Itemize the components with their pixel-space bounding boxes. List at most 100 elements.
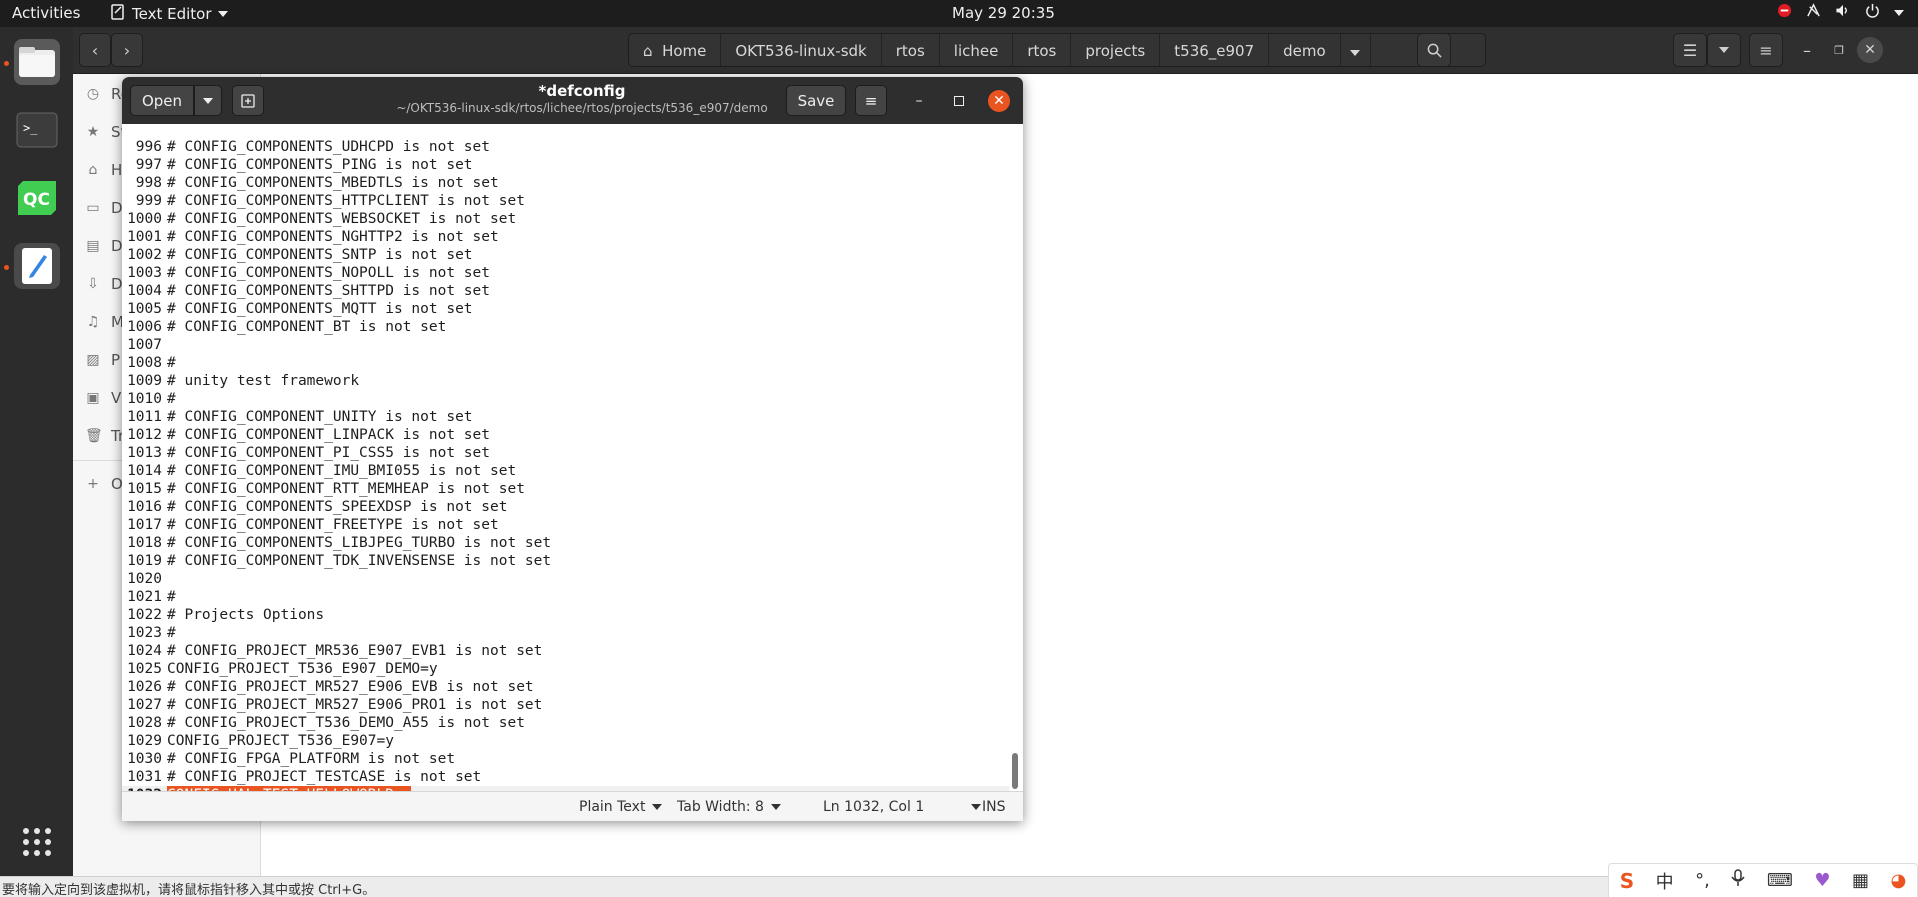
language-selector[interactable]: Plain Text [579, 799, 663, 815]
breadcrumb-item[interactable]: rtos [882, 34, 940, 66]
breadcrumb-item[interactable]: lichee [940, 34, 1014, 66]
sidebar-item-other-locations[interactable]: + O [85, 466, 123, 502]
skin-icon[interactable]: ♥ [1814, 870, 1830, 891]
terminal-icon[interactable]: >_ [14, 107, 60, 153]
sidebar-item-trash[interactable]: 🗑 Tr [85, 418, 124, 454]
new-tab-button[interactable] [232, 85, 264, 116]
editor-line[interactable]: 1021 # [122, 588, 176, 606]
editor-line[interactable]: 1025 CONFIG_PROJECT_T536_E907_DEMO=y [122, 660, 438, 678]
editor-line[interactable]: 1016 # CONFIG_COMPONENTS_SPEEXDSP is not … [122, 498, 507, 516]
editor-line[interactable]: 1014 # CONFIG_COMPONENT_IMU_BMI055 is not… [122, 462, 516, 480]
editor-menu-button[interactable]: ≡ [855, 85, 887, 116]
sidebar-item-music[interactable]: ♫ M [85, 304, 124, 340]
network-icon[interactable] [1806, 3, 1821, 22]
editor-line[interactable]: 1018 # CONFIG_COMPONENTS_LIBJPEG_TURBO is… [122, 534, 551, 552]
insert-mode-indicator[interactable]: INS [982, 799, 1006, 815]
editor-line[interactable]: 1009 # unity test framework [122, 372, 359, 390]
sidebar-item-pictures[interactable]: ▨ P [85, 342, 120, 378]
editor-line[interactable]: 1005 # CONFIG_COMPONENTS_MQTT is not set [122, 300, 472, 318]
power-icon[interactable] [1865, 3, 1880, 22]
sidebar-item-videos[interactable]: ▣ V [85, 380, 121, 416]
sidebar-item-desktop[interactable]: ▭ D [85, 190, 122, 226]
editor-line[interactable]: 1011 # CONFIG_COMPONENT_UNITY is not set [122, 408, 472, 426]
keyboard-icon[interactable]: ⌨ [1767, 870, 1793, 891]
breadcrumb-item[interactable]: t536_e907 [1160, 34, 1270, 66]
minimize-button[interactable]: – [908, 90, 930, 112]
editor-line[interactable]: 1007 [122, 336, 162, 354]
editor-line[interactable]: 1024 # CONFIG_PROJECT_MR536_E907_EVB1 is … [122, 642, 542, 660]
sidebar-item-downloads[interactable]: ⇩ D [85, 266, 122, 302]
editor-line[interactable]: 1003 # CONFIG_COMPONENTS_NOPOLL is not se… [122, 264, 490, 282]
clock[interactable]: May 29 20:35 [952, 4, 1055, 22]
breadcrumb-item[interactable]: rtos [1013, 34, 1072, 66]
open-recent-button[interactable] [194, 85, 222, 116]
volume-icon[interactable] [1835, 3, 1851, 22]
search-button[interactable] [1417, 33, 1451, 67]
editor-line[interactable]: 1026 # CONFIG_PROJECT_MR527_E906_EVB is n… [122, 678, 534, 696]
editor-line[interactable]: 1004 # CONFIG_COMPONENTS_SHTTPD is not se… [122, 282, 490, 300]
view-options-button[interactable] [1707, 33, 1741, 67]
breadcrumb-item[interactable]: projects [1071, 34, 1161, 66]
editor-line[interactable]: 999 # CONFIG_COMPONENTS_HTTPCLIENT is not… [122, 192, 525, 210]
do-not-disturb-icon[interactable] [1777, 3, 1792, 22]
editor-line[interactable]: 1022 # Projects Options [122, 606, 324, 624]
tab-width-selector[interactable]: Tab Width: 8 [677, 799, 781, 815]
punctuation-icon[interactable]: °, [1695, 870, 1710, 891]
activities-button[interactable]: Activities [12, 4, 80, 22]
text-editor-icon[interactable] [14, 243, 60, 289]
close-button[interactable]: ✕ [988, 90, 1010, 112]
editor-line[interactable]: 1028 # CONFIG_PROJECT_T536_DEMO_A55 is no… [122, 714, 525, 732]
files-icon[interactable] [14, 39, 60, 85]
editor-line[interactable]: 1030 # CONFIG_FPGA_PLATFORM is not set [122, 750, 455, 768]
editor-line[interactable]: 1002 # CONFIG_COMPONENTS_SNTP is not set [122, 246, 472, 264]
qt-creator-icon[interactable]: QC [14, 175, 60, 221]
sogou-mascot-icon[interactable]: ◕ [1891, 870, 1907, 891]
editor-line[interactable]: 1027 # CONFIG_PROJECT_MR527_E906_PRO1 is … [122, 696, 542, 714]
sidebar-item-documents[interactable]: ▤ D [85, 228, 122, 264]
editor-line[interactable]: 1031 # CONFIG_PROJECT_TESTCASE is not set [122, 768, 481, 786]
sogou-logo-icon[interactable]: S [1620, 869, 1634, 893]
open-button[interactable]: Open [130, 85, 194, 116]
toolbox-grid-icon[interactable]: ▦ [1852, 870, 1869, 891]
editor-line[interactable]: 997 # CONFIG_COMPONENTS_PING is not set [122, 156, 473, 174]
back-button[interactable]: ‹ [79, 33, 111, 67]
scrollbar-thumb[interactable] [1012, 753, 1018, 789]
editor-line[interactable]: 1010 # [122, 390, 176, 408]
editor-line[interactable]: 1020 [122, 570, 162, 588]
editor-line[interactable]: 1008 # [122, 354, 176, 372]
maximize-button[interactable] [948, 90, 970, 112]
editor-line[interactable]: 1012 # CONFIG_COMPONENT_LINPACK is not se… [122, 426, 490, 444]
editor-line[interactable]: 1001 # CONFIG_COMPONENTS_NGHTTP2 is not s… [122, 228, 499, 246]
restore-button[interactable]: ❐ [1825, 33, 1853, 67]
editor-line[interactable]: 1013 # CONFIG_COMPONENT_PI_CSS5 is not se… [122, 444, 490, 462]
show-apps-icon[interactable] [22, 827, 52, 857]
editor-line[interactable]: 996 # CONFIG_COMPONENTS_UDHCPD is not set [122, 138, 490, 156]
forward-button[interactable]: › [111, 33, 143, 67]
ime-language-toggle[interactable]: 中 [1656, 868, 1674, 894]
editor-line[interactable]: 1015 # CONFIG_COMPONENT_RTT_MEMHEAP is no… [122, 480, 525, 498]
system-tray[interactable] [1777, 3, 1904, 22]
close-button[interactable]: ✕ [1857, 37, 1883, 63]
editor-line[interactable]: 1019 # CONFIG_COMPONENT_TDK_INVENSENSE is… [122, 552, 551, 570]
breadcrumb-item[interactable]: OKT536-linux-sdk [721, 34, 882, 66]
editor-line[interactable]: 998 # CONFIG_COMPONENTS_MBEDTLS is not se… [122, 174, 499, 192]
breadcrumb-home[interactable]: ⌂ Home [629, 34, 722, 66]
breadcrumb-item[interactable]: demo [1269, 34, 1341, 66]
minimize-button[interactable]: – [1793, 33, 1821, 67]
save-button[interactable]: Save [786, 85, 846, 116]
view-list-button[interactable]: ☰ [1673, 33, 1707, 67]
files-menu-button[interactable]: ≡ [1749, 33, 1783, 67]
cursor-position-selector[interactable]: Ln 1032, Col 1 [823, 799, 982, 815]
breadcrumb-menu-button[interactable] [1341, 34, 1371, 66]
ime-toolbar[interactable]: S 中 °, ⌨ ♥ ▦ ◕ [1608, 863, 1918, 897]
microphone-icon[interactable] [1731, 869, 1745, 892]
editor-line[interactable]: 1006 # CONFIG_COMPONENT_BT is not set [122, 318, 446, 336]
sidebar-item-home[interactable]: ⌂ H [85, 152, 123, 188]
app-menu[interactable]: Text Editor [110, 4, 228, 24]
sidebar-item-starred[interactable]: ★ St [85, 114, 127, 150]
editor-line[interactable]: 1023 # [122, 624, 176, 642]
text-editor-content[interactable]: 996 # CONFIG_COMPONENTS_UDHCPD is not set… [122, 124, 1023, 791]
vertical-scrollbar[interactable] [1012, 125, 1020, 790]
chevron-down-icon[interactable] [1894, 9, 1904, 16]
editor-line[interactable]: 1000 # CONFIG_COMPONENTS_WEBSOCKET is not… [122, 210, 516, 228]
